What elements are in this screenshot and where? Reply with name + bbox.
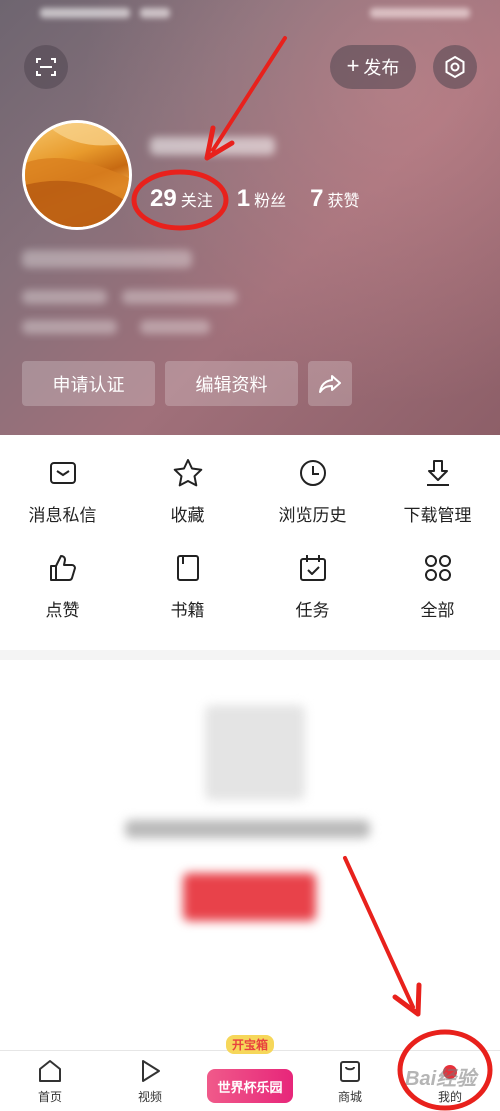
empty-state-illustration [205,705,305,800]
nav-home[interactable]: 首页 [0,1051,100,1111]
world-cup-card: 世界杯乐园 [207,1069,293,1103]
info-blurred-2 [122,290,237,304]
profile-header: + 发布 29 关注 1 粉丝 7 获赞 申请认证 编辑资料 [0,0,500,435]
profile-action-row: 申请认证 编辑资料 [22,361,352,406]
nav-home-label: 首页 [37,1090,62,1104]
calendar-check-icon [299,555,326,581]
star-icon [173,459,202,487]
grid-item-all[interactable]: 全部 [375,552,500,647]
settings-button[interactable] [433,45,477,89]
username-blurred [150,137,275,161]
stat-followers-label: 粉丝 [254,193,287,210]
scan-icon [36,58,56,76]
clock-icon [299,460,326,486]
gear-icon [445,55,465,79]
empty-state-button-blurred[interactable] [183,873,316,921]
stat-followers-count: 1 [236,185,251,212]
grid-item-label: 浏览历史 [278,506,347,525]
grid-dots-icon [424,555,451,581]
plus-icon: + [346,53,360,78]
avatar[interactable] [22,120,132,230]
watermark: Bai经验 [405,1068,477,1090]
nav-mall-label: 商城 [337,1090,362,1104]
grid-item-books[interactable]: 书籍 [125,552,250,647]
bio-blurred [22,250,192,268]
grid-item-favorites[interactable]: 收藏 [125,457,250,552]
certify-button[interactable]: 申请认证 [22,361,155,406]
stat-likes-count: 7 [310,185,324,212]
publish-label: 发布 [363,58,400,78]
nav-video-label: 视频 [137,1090,162,1104]
stat-following[interactable]: 29 关注 [150,185,213,213]
share-button[interactable] [308,361,352,406]
grid-item-downloads[interactable]: 下载管理 [375,457,500,552]
info-blurred-3 [22,320,117,334]
home-icon [39,1060,61,1082]
grid-item-label: 任务 [295,601,330,620]
grid-item-label: 消息私信 [28,506,97,525]
grid-item-likes[interactable]: 点赞 [0,552,125,647]
publish-button[interactable]: + 发布 [330,45,416,89]
info-blurred-1 [22,290,107,304]
message-icon [49,462,76,484]
content-area [0,660,500,1050]
stat-likes[interactable]: 7 获赞 [310,185,359,213]
thumbs-up-icon [49,555,76,581]
share-icon [319,374,341,393]
download-icon [426,460,449,486]
nav-video[interactable]: 视频 [100,1051,200,1111]
play-icon [142,1060,160,1082]
grid-item-label: 书籍 [170,601,205,620]
nav-mall[interactable]: 商城 [300,1051,400,1111]
stat-following-count: 29 [150,185,177,212]
scan-button[interactable] [24,45,68,89]
grid-item-label: 全部 [420,601,455,620]
status-bar [40,8,470,22]
book-icon [176,555,199,581]
treasure-box-badge: 开宝箱 [225,1035,275,1054]
info-blurred-4 [140,320,210,334]
stat-following-label: 关注 [180,193,213,210]
profile-stats: 29 关注 1 粉丝 7 获赞 [150,185,383,213]
grid-item-history[interactable]: 浏览历史 [250,457,375,552]
stat-likes-label: 获赞 [327,193,360,210]
grid-item-label: 下载管理 [403,506,472,525]
grid-item-messages[interactable]: 消息私信 [0,457,125,552]
grid-item-tasks[interactable]: 任务 [250,552,375,647]
grid-item-label: 点赞 [45,601,80,620]
edit-profile-button[interactable]: 编辑资料 [165,361,298,406]
nav-world-cup[interactable]: 开宝箱 世界杯乐园 [200,1035,300,1111]
empty-state-text-blurred [125,820,370,838]
grid-item-label: 收藏 [170,506,205,525]
quick-access-grid: 消息私信 收藏 浏览历史 下载管理 点赞 书籍 任务 全部 [0,435,500,650]
stat-followers[interactable]: 1 粉丝 [237,185,286,213]
shopping-bag-icon [340,1061,360,1082]
